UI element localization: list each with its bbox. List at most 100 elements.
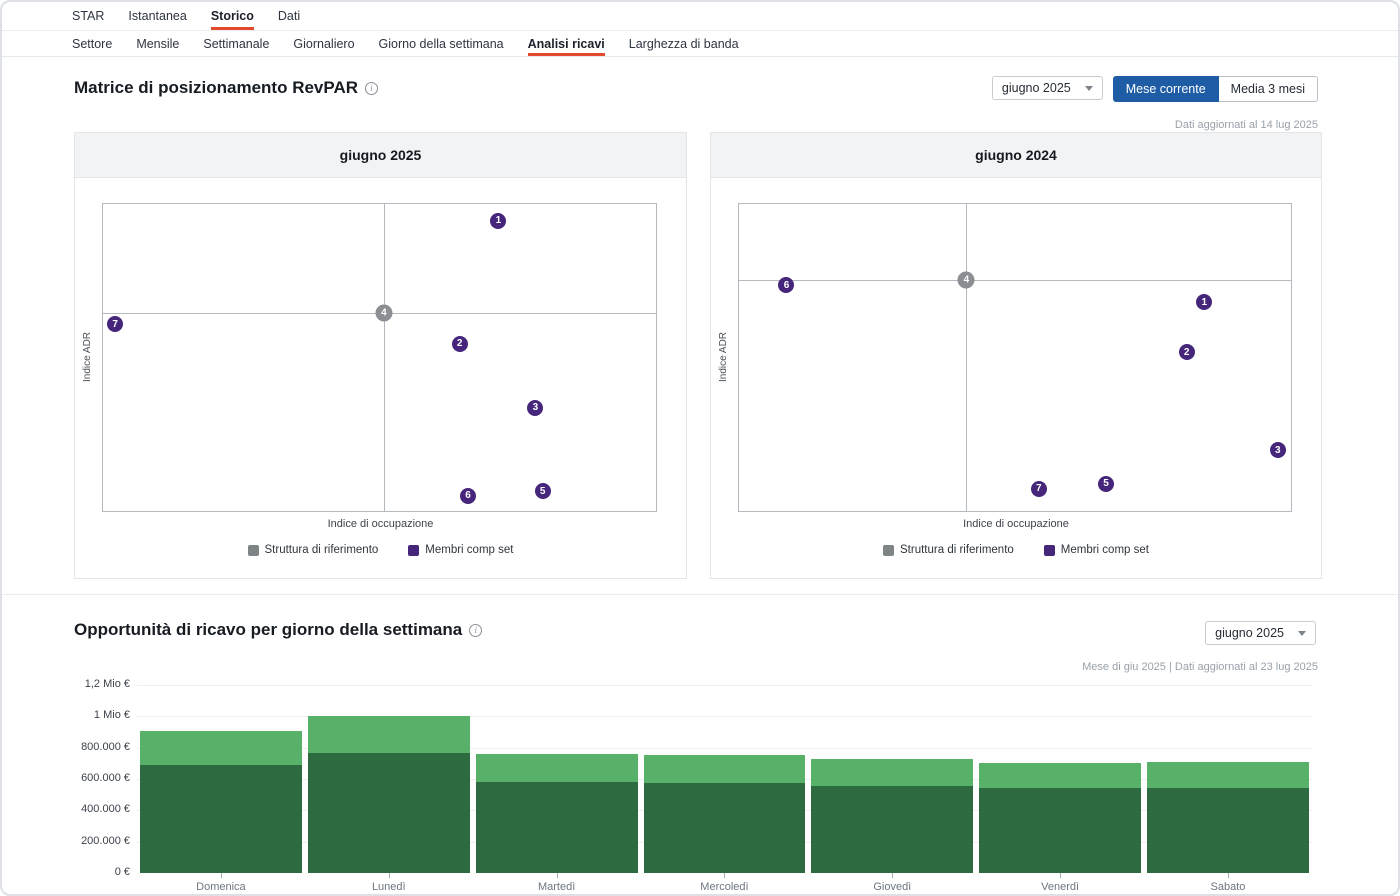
x-axis-label: Indice di occupazione	[327, 518, 434, 530]
bar-slot-lunedi: Lunedì	[305, 685, 473, 893]
x-tick	[388, 873, 390, 878]
nav-item-storico[interactable]: Storico	[210, 2, 254, 30]
stacked-bar-domenica	[140, 731, 302, 873]
x-tick-label: Martedì	[537, 881, 576, 893]
chevron-down-icon	[1084, 85, 1093, 91]
info-icon[interactable]: i	[469, 623, 483, 637]
compset-point-7: 7	[1030, 480, 1047, 497]
y-tick-label: 200.000 €	[81, 834, 130, 847]
scatter-plot: 1 2 3 4 5 6 7	[738, 203, 1292, 512]
nav-item-mensile[interactable]: Mensile	[136, 31, 179, 56]
compset-point-6: 6	[778, 277, 795, 294]
info-icon[interactable]: i	[365, 81, 379, 95]
legend-item-compset: Membri comp set	[408, 544, 513, 556]
bar-slot-venerdi: Venerdì	[976, 685, 1144, 893]
x-tick	[556, 873, 558, 878]
revpar-section-title: Matrice di posizionamento RevPAR i	[74, 78, 379, 98]
x-axis-label: Indice di occupazione	[963, 518, 1069, 530]
quadrant-vline	[966, 204, 968, 511]
stacked-bar-lunedi	[307, 716, 470, 873]
nav-item-istantanea[interactable]: Istantanea	[128, 2, 186, 30]
stacked-bar-giovedi	[811, 758, 974, 873]
y-tick-label: 800.000 €	[81, 740, 130, 753]
compset-point-3: 3	[1269, 442, 1286, 459]
nav-item-larghezza-di-banda[interactable]: Larghezza di banda	[629, 31, 739, 56]
compset-point-2: 2	[1178, 344, 1195, 361]
compset-point-7: 7	[107, 316, 124, 333]
compset-point-1: 1	[490, 212, 507, 229]
bar-segment-realized	[643, 782, 806, 873]
stacked-bar-mercoledi	[643, 754, 806, 873]
page-title: Matrice di posizionamento RevPAR	[74, 78, 359, 97]
y-axis-label: Indice ADR	[718, 331, 729, 383]
bar-slot-giovedi: Giovedì	[808, 685, 976, 893]
nav-item-dati[interactable]: Dati	[278, 2, 300, 30]
quadrant-vline	[383, 204, 385, 511]
compset-point-1: 1	[1196, 294, 1213, 311]
legend: Struttura di riferimento Membri comp set	[75, 544, 686, 556]
panel-title: giugno 2024	[711, 133, 1321, 178]
bar-segment-realized	[475, 782, 638, 873]
y-tick-label: 400.000 €	[81, 803, 130, 816]
compset-point-2: 2	[451, 335, 468, 352]
bar-slot-mercoledi: Mercoledì	[641, 685, 809, 893]
x-tick-label: Mercoledì	[700, 881, 749, 893]
nav-item-settimanale[interactable]: Settimanale	[203, 31, 269, 56]
secondary-nav: Settore Mensile Settimanale Giornaliero Gior…	[2, 31, 1398, 57]
scatter-panel-previous-year: giugno 2024 Indice ADR 1 2 3 4 5 6 7 Indice di…	[710, 132, 1322, 579]
revpar-month-select[interactable]: giugno 2025	[991, 76, 1103, 100]
bar-segment-opportunity	[307, 716, 470, 754]
x-tick	[220, 873, 222, 878]
bar-segment-realized	[307, 753, 470, 873]
x-tick-label: Sabato	[1210, 881, 1246, 893]
x-tick	[892, 873, 894, 878]
y-tick-label: 0 €	[114, 866, 130, 878]
section-title: Opportunità di ricavo per giorno della s…	[74, 620, 463, 639]
bar-segment-realized	[811, 786, 974, 873]
compset-point-3: 3	[527, 399, 544, 416]
bar-chart-y-axis: 0 € 200.000 € 400.000 € 600.000 € 800.000 € 1…	[2, 678, 130, 878]
legend-item-compset: Membri comp set	[1043, 544, 1149, 556]
primary-nav: STAR Istantanea Storico Dati	[2, 2, 1398, 31]
current-month-button[interactable]: Mese corrente	[1112, 76, 1219, 102]
revpar-controls: giugno 2025 Mese corrente Media 3 mesi	[991, 76, 1318, 102]
y-tick-label: 1 Mio €	[93, 709, 130, 722]
bar-chart: Domenica Lunedì Martedì Mercoledì Giovedì Ven…	[137, 685, 1312, 893]
bar-slot-domenica: Domenica	[137, 685, 305, 893]
section-divider	[2, 594, 1398, 595]
stacked-bar-martedi	[475, 753, 638, 873]
revpar-view-toggle: Mese corrente Media 3 mesi	[1112, 76, 1318, 102]
legend-swatch-purple	[408, 544, 420, 556]
opportunity-month-select[interactable]: giugno 2025	[1205, 621, 1316, 645]
revpar-month-value: giugno 2025	[1001, 81, 1071, 95]
reference-point-4: 4	[375, 304, 393, 322]
bar-segment-realized	[140, 764, 302, 873]
y-axis-label: Indice ADR	[82, 331, 93, 383]
bar-segment-opportunity	[979, 762, 1142, 788]
nav-item-giorno-della-settimana[interactable]: Giorno della settimana	[379, 31, 504, 56]
bar-slots: Domenica Lunedì Martedì Mercoledì Giovedì Ven…	[137, 685, 1312, 893]
nav-item-star[interactable]: STAR	[72, 2, 104, 30]
bar-segment-realized	[979, 787, 1142, 873]
nav-item-analisi-ricavi[interactable]: Analisi ricavi	[527, 31, 605, 56]
x-tick-label: Lunedì	[371, 881, 406, 893]
revpar-updated-note: Dati aggiornati al 14 lug 2025	[1174, 119, 1318, 131]
legend: Struttura di riferimento Membri comp set	[711, 544, 1321, 556]
avg-3-months-button[interactable]: Media 3 mesi	[1217, 76, 1318, 102]
scatter-plot: 1 2 3 4 5 6 7	[102, 203, 657, 512]
x-tick	[1060, 873, 1062, 878]
compset-point-5: 5	[534, 483, 551, 500]
nav-item-giornaliero[interactable]: Giornaliero	[293, 31, 354, 56]
nav-item-settore[interactable]: Settore	[72, 31, 112, 56]
y-tick-label: 1,2 Mio €	[84, 678, 130, 690]
app-window: STAR Istantanea Storico Dati Settore Mensile…	[0, 0, 1400, 896]
scatter-panel-current: giugno 2025 Indice ADR 1 2 3 4 5 6 7 Indice di…	[74, 132, 687, 579]
bar-segment-opportunity	[1147, 761, 1309, 788]
panel-title: giugno 2025	[75, 133, 686, 178]
bar-segment-opportunity	[140, 731, 302, 765]
bar-slot-martedi: Martedì	[473, 685, 641, 893]
opportunity-section-title: Opportunità di ricavo per giorno della s…	[74, 620, 483, 640]
x-tick-label: Domenica	[196, 881, 246, 893]
stacked-bar-venerdi	[979, 762, 1142, 873]
legend-swatch-purple	[1043, 544, 1055, 556]
